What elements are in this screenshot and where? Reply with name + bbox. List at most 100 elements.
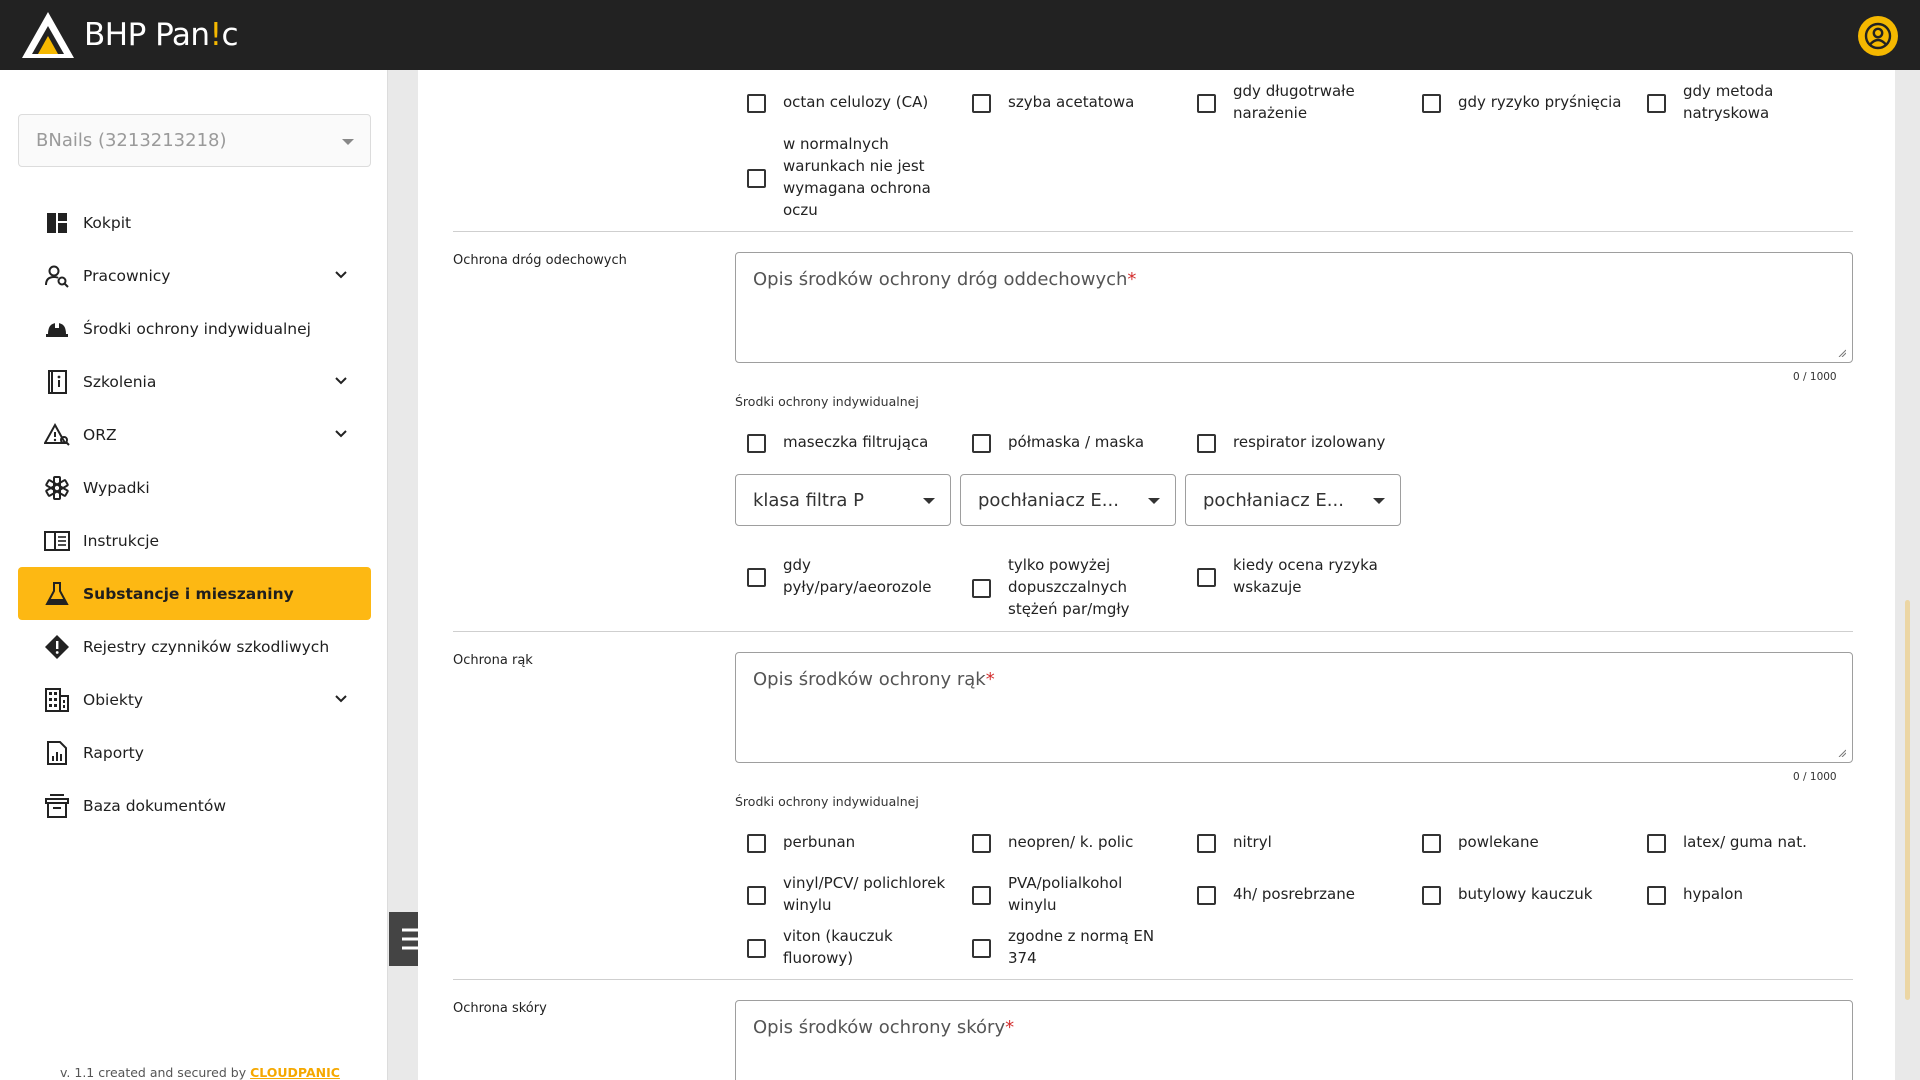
hands-description-textarea[interactable]: Opis środków ochrony rąk* xyxy=(735,652,1853,763)
sidebar-item-label: Obiekty xyxy=(83,690,144,709)
checkbox-ocena-ryzyka-wskazuje[interactable] xyxy=(1197,568,1216,587)
checkbox-powlekane[interactable] xyxy=(1422,834,1441,853)
checkbox-label: maseczka filtrująca xyxy=(783,433,929,451)
warning-search-icon xyxy=(44,422,70,448)
checkbox-viton[interactable] xyxy=(747,939,766,958)
checkbox-maseczka-filtrujaca[interactable] xyxy=(747,434,766,453)
checkbox-label: gdy pyły/pary/aeorozole xyxy=(783,556,932,596)
checkbox-szyba-acetatowa[interactable] xyxy=(972,94,991,113)
sidebar-item-baza-dokumentow[interactable]: Baza dokumentów xyxy=(18,779,371,832)
checkbox-perbunan[interactable] xyxy=(747,834,766,853)
archive-icon xyxy=(44,793,70,819)
checkbox-ryzyko-prysniecia[interactable] xyxy=(1422,94,1441,113)
sidebar-item-wypadki[interactable]: Wypadki xyxy=(18,461,371,514)
checkbox-nie-wymagana-ochrona-oczu[interactable] xyxy=(747,169,766,188)
checkbox-butylowy-kauczuk[interactable] xyxy=(1422,886,1441,905)
sidebar-nav: Kokpit Pracownicy Środki ochrony indywid… xyxy=(18,196,371,832)
app-logo[interactable]: BHP Pan!c xyxy=(20,10,239,60)
checkbox-metoda-natryskowa[interactable] xyxy=(1647,94,1666,113)
checkbox-label: tylko powyżej dopuszczalnych stężeń par/… xyxy=(1008,556,1130,618)
sidebar: BNails (3213213218) Kokpit Pracownicy Śr… xyxy=(0,70,388,1080)
checkbox-polmaska-maska[interactable] xyxy=(972,434,991,453)
sidebar-item-kokpit[interactable]: Kokpit xyxy=(18,196,371,249)
main-panel: octan celulozy (CA) szyba acetatowa gdy … xyxy=(418,70,1895,1080)
logo-icon xyxy=(22,12,74,58)
caret-down-icon xyxy=(923,498,935,504)
checkbox-label: respirator izolowany xyxy=(1233,433,1386,451)
sidebar-item-label: Pracownicy xyxy=(83,266,171,285)
skin-description-textarea[interactable]: Opis środków ochrony skóry* xyxy=(735,1000,1853,1080)
absorber-select-1[interactable]: pochłaniacz E... xyxy=(960,474,1176,526)
checkbox-vinyl-pcv[interactable] xyxy=(747,886,766,905)
book-info-icon xyxy=(44,369,70,395)
checkbox-respirator-izolowany[interactable] xyxy=(1197,434,1216,453)
sidebar-item-label: Kokpit xyxy=(83,213,132,232)
app-name: BHP Pan!c xyxy=(84,17,239,53)
report-icon xyxy=(44,740,70,766)
checkbox-dlugotrwale-narazenie[interactable] xyxy=(1197,94,1216,113)
sidebar-item-orz[interactable]: ORZ xyxy=(18,408,371,461)
company-select[interactable]: BNails (3213213218) xyxy=(18,114,371,167)
textarea-placeholder: Opis środków ochrony rąk* xyxy=(753,669,995,690)
caret-down-icon xyxy=(1373,498,1385,504)
section-divider xyxy=(453,979,1853,980)
chevron-down-icon xyxy=(333,691,349,711)
absorber-select-2[interactable]: pochłaniacz E... xyxy=(1185,474,1401,526)
checkbox-label: neopren/ k. polic xyxy=(1008,833,1134,851)
alert-diamond-icon xyxy=(44,634,70,660)
open-book-icon xyxy=(44,528,70,554)
sidebar-item-label: Baza dokumentów xyxy=(83,796,227,815)
sidebar-item-pracownicy[interactable]: Pracownicy xyxy=(18,249,371,302)
checkbox-pva[interactable] xyxy=(972,886,991,905)
sidebar-item-label: Szkolenia xyxy=(83,372,157,391)
flask-icon xyxy=(44,581,70,607)
sidebar-item-obiekty[interactable]: Obiekty xyxy=(18,673,371,726)
checkbox-label: butylowy kauczuk xyxy=(1458,885,1593,903)
checkbox-nitryl[interactable] xyxy=(1197,834,1216,853)
checkbox-label: octan celulozy (CA) xyxy=(783,93,929,111)
checkbox-label: półmaska / maska xyxy=(1008,433,1145,451)
checkbox-label: zgodne z normą EN 374 xyxy=(1008,927,1155,967)
sidebar-item-raporty[interactable]: Raporty xyxy=(18,726,371,779)
checkbox-pyly-pary-aerozole[interactable] xyxy=(747,568,766,587)
section-title-respiratory: Ochrona dróg odechowych xyxy=(453,253,627,268)
resize-grip-icon[interactable] xyxy=(1838,749,1846,757)
checkbox-en-374[interactable] xyxy=(972,939,991,958)
checkbox-label: nitryl xyxy=(1233,833,1272,851)
sidebar-item-substancje[interactable]: Substancje i mieszaniny xyxy=(18,567,371,620)
respiratory-description-textarea[interactable]: Opis środków ochrony dróg oddechowych* xyxy=(735,252,1853,363)
checkbox-label: gdy długotrwałe narażenie xyxy=(1233,82,1355,122)
building-icon xyxy=(44,687,70,713)
ppe-label: Środki ochrony indywidualnej xyxy=(735,794,919,809)
checkbox-label: viton (kauczuk fluorowy) xyxy=(783,927,893,967)
checkbox-4h-posrebrzane[interactable] xyxy=(1197,886,1216,905)
sidebar-item-label: Rejestry czynników szkodliwych xyxy=(83,637,330,656)
select-value: pochłaniacz E... xyxy=(1203,489,1344,511)
medical-star-icon xyxy=(44,475,70,501)
checkbox-hypalon[interactable] xyxy=(1647,886,1666,905)
checkbox-label: powlekane xyxy=(1458,833,1539,851)
checkbox-neopren[interactable] xyxy=(972,834,991,853)
cloudpanic-link[interactable]: CLOUDPANIC xyxy=(250,1065,340,1080)
page-scrollbar[interactable] xyxy=(1895,70,1920,1080)
chevron-down-icon xyxy=(333,373,349,393)
scrollbar-thumb[interactable] xyxy=(1905,600,1910,1000)
filter-class-select[interactable]: klasa filtra P xyxy=(735,474,951,526)
sidebar-item-instrukcje[interactable]: Instrukcje xyxy=(18,514,371,567)
checkbox-label: kiedy ocena ryzyka wskazuje xyxy=(1233,556,1378,596)
char-counter: 0 / 1000 xyxy=(1793,771,1837,783)
section-title-hands: Ochrona rąk xyxy=(453,653,533,668)
sidebar-item-rejestry[interactable]: Rejestry czynników szkodliwych xyxy=(18,620,371,673)
checkbox-octan-celulozy[interactable] xyxy=(747,94,766,113)
sidebar-item-szkolenia[interactable]: Szkolenia xyxy=(18,355,371,408)
select-value: pochłaniacz E... xyxy=(978,489,1119,511)
user-account-icon[interactable] xyxy=(1858,16,1898,56)
checkbox-label: PVA/polialkohol winylu xyxy=(1008,874,1123,914)
sidebar-item-srodki-ochrony[interactable]: Środki ochrony indywidualnej xyxy=(18,302,371,355)
dashboard-icon xyxy=(44,210,70,236)
checkbox-powyzej-dopuszczalnych-stezen[interactable] xyxy=(972,579,991,598)
checkbox-latex[interactable] xyxy=(1647,834,1666,853)
chevron-down-icon xyxy=(333,267,349,287)
resize-grip-icon[interactable] xyxy=(1838,349,1846,357)
sidebar-item-label: Raporty xyxy=(83,743,144,762)
